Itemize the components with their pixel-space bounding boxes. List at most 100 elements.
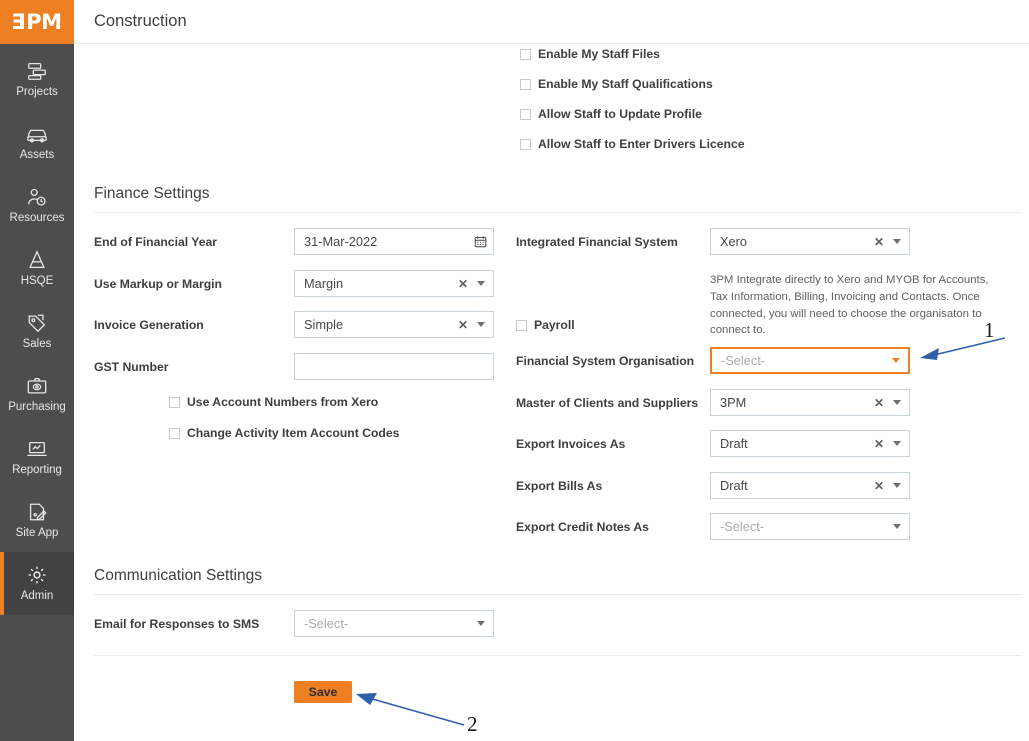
app-window: EPM Projects Assets Resources HSQE Sales… [0,0,1029,741]
communication-settings-heading: Communication Settings [94,567,262,584]
top-bar: Construction [74,0,1029,44]
master-of-clients-label: Master of Clients and Suppliers [516,395,699,410]
export-invoices-as-row: Export Invoices As Draft ✕ [516,430,910,457]
clear-icon[interactable]: ✕ [458,278,468,290]
sidebar-item-sales[interactable]: Sales [0,300,74,363]
site-app-icon [26,501,48,523]
checkbox-change-activity-item-account-codes[interactable]: Change Activity Item Account Codes [169,426,399,440]
chevron-down-icon[interactable] [893,441,901,446]
main-area: Construction Enable My Staff Files Enabl… [74,0,1029,741]
end-of-financial-year-input[interactable]: 31-Mar-2022 [294,228,494,255]
sidebar-item-label: Purchasing [8,401,66,414]
reporting-icon [26,438,48,460]
chevron-down-icon[interactable] [893,524,901,529]
clear-icon[interactable]: ✕ [458,319,468,331]
clear-icon[interactable]: ✕ [874,236,884,248]
integration-help-text-wrap: 3PM Integrate directly to Xero and MYOB … [710,272,1002,339]
export-bills-as-label: Export Bills As [516,478,603,493]
master-of-clients-select[interactable]: 3PM ✕ [710,389,910,416]
calendar-icon[interactable] [474,235,487,248]
sidebar-item-label: HSQE [20,275,54,288]
finance-settings-heading: Finance Settings [94,185,210,202]
export-invoices-as-label: Export Invoices As [516,436,626,451]
sidebar-item-label: Resources [9,212,65,225]
checkbox-box[interactable] [520,78,531,90]
sidebar: EPM Projects Assets Resources HSQE Sales… [0,0,74,741]
financial-system-organisation-select[interactable]: -Select- [710,347,910,374]
checkbox-allow-staff-to-update-profile[interactable]: Allow Staff to Update Profile [520,107,745,121]
checkbox-allow-staff-to-enter-drivers-licence[interactable]: Allow Staff to Enter Drivers Licence [520,137,745,151]
checkbox-label: Allow Staff to Update Profile [538,107,702,121]
gst-number-row: GST Number [94,353,494,380]
end-of-financial-year-value: 31-Mar-2022 [304,234,378,249]
email-for-sms-select[interactable]: -Select- [294,610,494,637]
use-markup-or-margin-value: Margin [304,276,344,291]
export-bills-as-select[interactable]: Draft ✕ [710,472,910,499]
use-markup-or-margin-select[interactable]: Margin ✕ [294,270,494,297]
footer-divider [94,655,1022,656]
checkbox-box[interactable] [520,48,531,60]
checkbox-label: Enable My Staff Files [538,47,660,61]
invoice-generation-row: Invoice Generation Simple ✕ [94,311,494,338]
sidebar-item-label: Assets [19,149,55,162]
export-credit-notes-as-row: Export Credit Notes As -Select- [516,513,910,540]
invoice-generation-select[interactable]: Simple ✕ [294,311,494,338]
sidebar-item-label: Reporting [12,464,62,477]
gst-number-input[interactable] [294,353,494,380]
annotation-label-2: 2 [467,712,478,736]
checkbox-box[interactable] [520,138,531,150]
master-of-clients-row: Master of Clients and Suppliers 3PM ✕ [516,389,910,416]
sidebar-item-site-app[interactable]: Site App [0,489,74,552]
chevron-down-icon[interactable] [892,358,900,363]
app-logo[interactable]: EPM [0,0,74,44]
export-credit-notes-as-value: -Select- [720,519,765,534]
clear-icon[interactable]: ✕ [874,438,884,450]
communication-settings-section: Communication Settings [74,557,1029,595]
sales-icon [26,312,48,334]
sidebar-item-hsqe[interactable]: HSQE [0,237,74,300]
export-invoices-as-value: Draft [720,436,748,451]
checkbox-box[interactable] [169,396,180,408]
chevron-down-icon[interactable] [477,281,485,286]
sidebar-item-label: Site App [15,527,59,540]
invoice-generation-value: Simple [304,317,344,332]
integrated-financial-system-select[interactable]: Xero ✕ [710,228,910,255]
assets-icon [26,123,48,145]
checkbox-label: Change Activity Item Account Codes [187,426,400,440]
annotation-arrow-1 [920,337,1006,360]
master-of-clients-value: 3PM [720,395,747,410]
hsqe-icon [26,249,48,271]
export-credit-notes-as-select[interactable]: -Select- [710,513,910,540]
sidebar-item-resources[interactable]: Resources [0,174,74,237]
checkbox-payroll[interactable]: Payroll [516,318,575,332]
sidebar-item-admin[interactable]: Admin [0,552,74,615]
checkbox-enable-my-staff-qualifications[interactable]: Enable My Staff Qualifications [520,77,745,91]
projects-icon [26,60,48,82]
chevron-down-icon[interactable] [477,621,485,626]
sidebar-item-purchasing[interactable]: Purchasing [0,363,74,426]
gst-number-label: GST Number [94,359,169,374]
chevron-down-icon[interactable] [477,322,485,327]
sidebar-item-projects[interactable]: Projects [0,48,74,111]
clear-icon[interactable]: ✕ [874,397,884,409]
email-for-sms-label: Email for Responses to SMS [94,616,260,631]
chevron-down-icon[interactable] [893,400,901,405]
sidebar-item-label: Projects [16,86,58,99]
checkbox-box[interactable] [516,319,527,331]
staff-settings-checkbox-group: Enable My Staff Files Enable My Staff Qu… [520,47,745,151]
integrated-financial-system-value: Xero [720,234,748,249]
sidebar-item-assets[interactable]: Assets [0,111,74,174]
clear-icon[interactable]: ✕ [874,480,884,492]
checkbox-box[interactable] [169,427,180,439]
checkbox-enable-my-staff-files[interactable]: Enable My Staff Files [520,47,745,61]
export-invoices-as-select[interactable]: Draft ✕ [710,430,910,457]
checkbox-use-account-numbers-from-xero[interactable]: Use Account Numbers from Xero [169,395,399,409]
chevron-down-icon[interactable] [893,483,901,488]
checkbox-box[interactable] [520,108,531,120]
sidebar-nav: Projects Assets Resources HSQE Sales Pur… [0,44,74,615]
checkbox-label: Enable My Staff Qualifications [538,77,713,91]
sidebar-item-reporting[interactable]: Reporting [0,426,74,489]
chevron-down-icon[interactable] [893,239,901,244]
finance-settings-section: Finance Settings [74,175,1029,213]
integration-help-text: 3PM Integrate directly to Xero and MYOB … [710,274,989,337]
